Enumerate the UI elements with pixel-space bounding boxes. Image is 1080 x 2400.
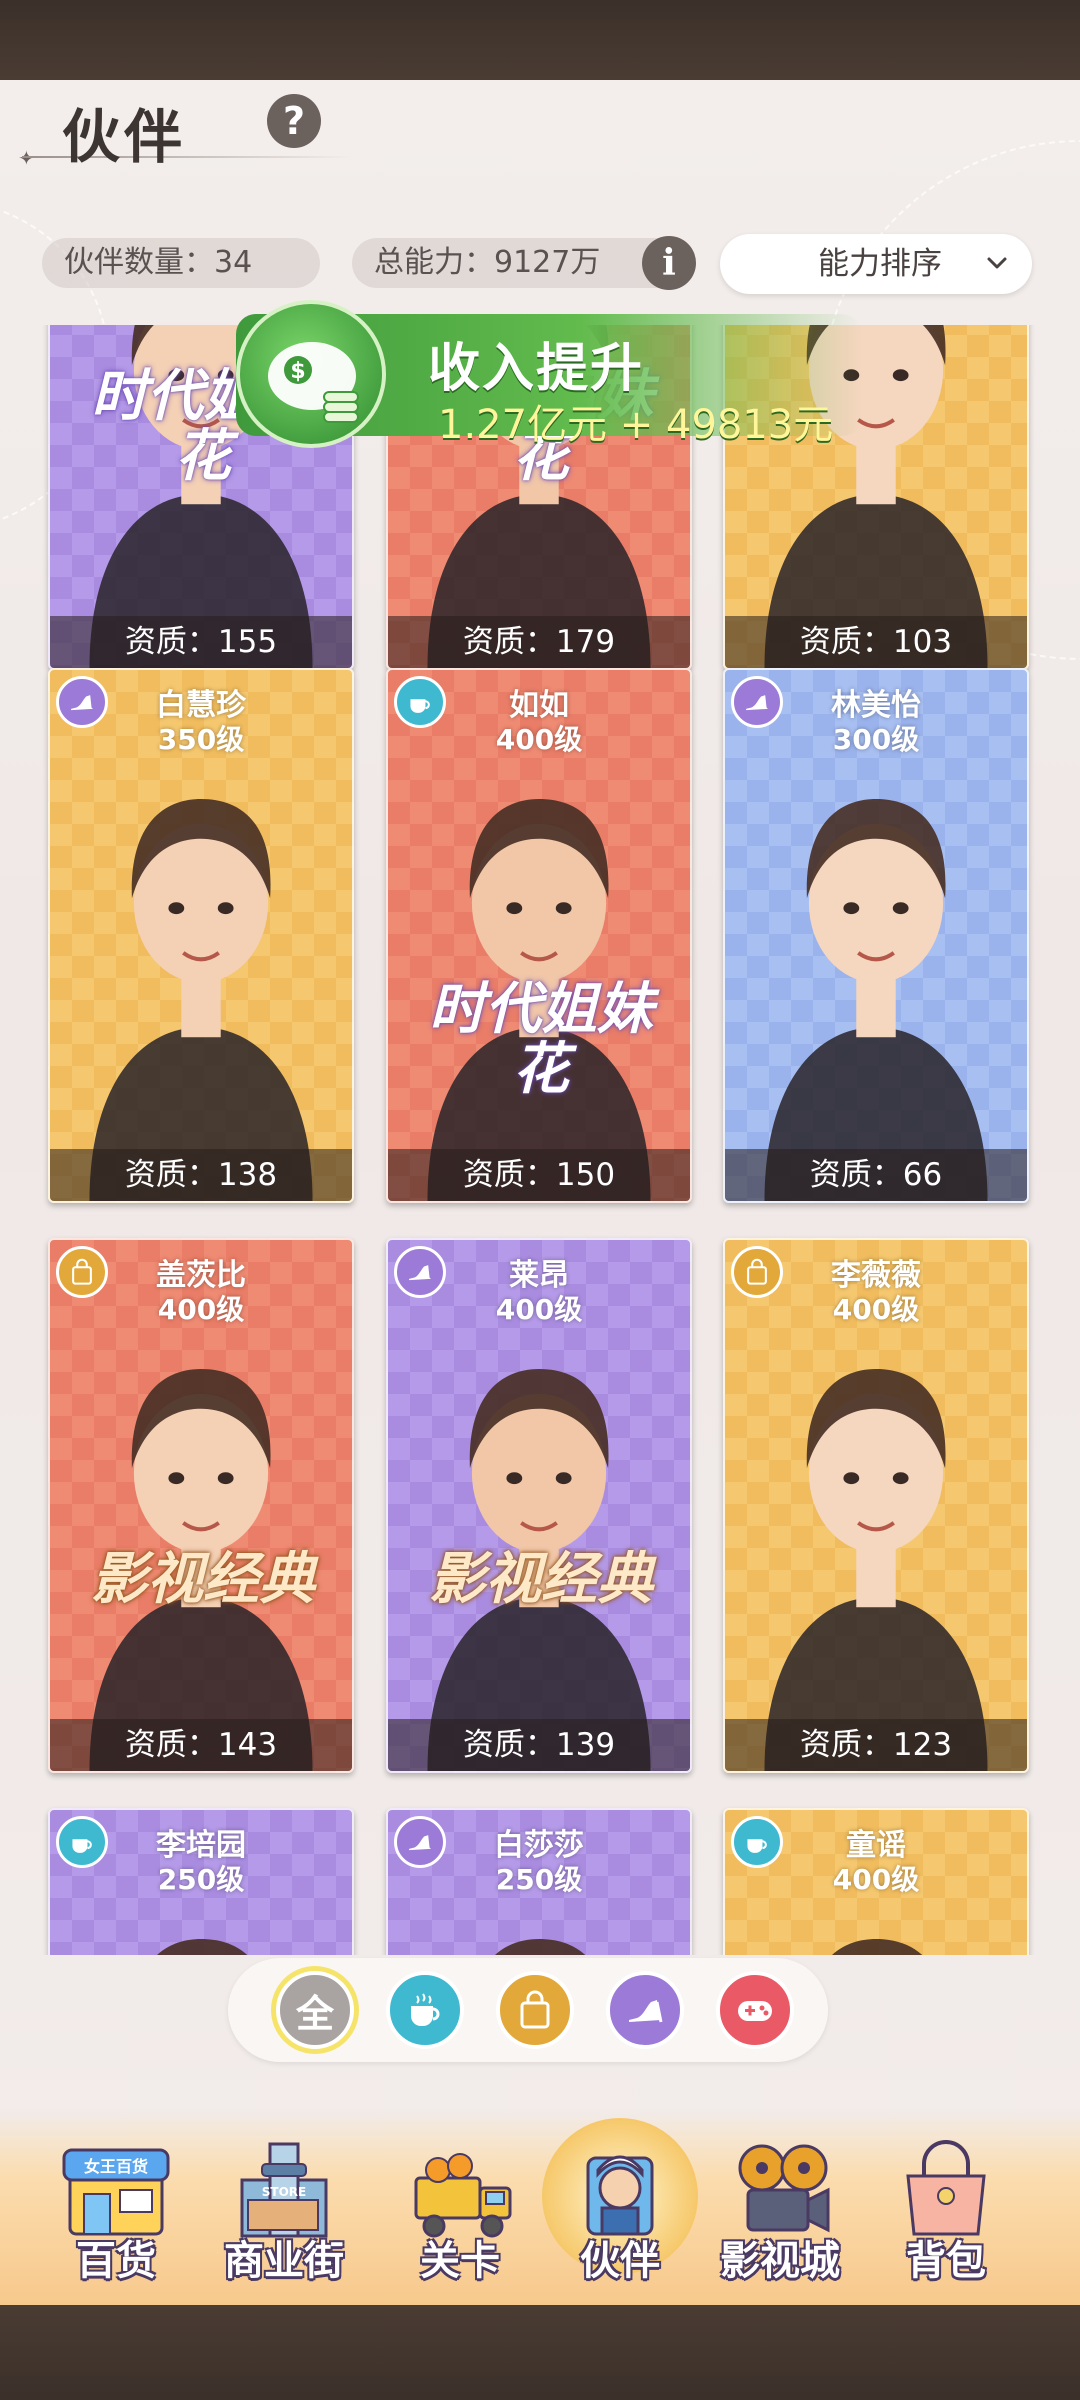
nav-partners[interactable]: 伙伴 bbox=[540, 2110, 700, 2300]
income-banner-value: 1.27亿元 + 49813元 bbox=[438, 402, 834, 448]
partner-quality: 资质：143 bbox=[50, 1719, 352, 1771]
partner-card[interactable]: 莱昂 400级 影视经典 资质：139 bbox=[386, 1238, 692, 1773]
partner-quality: 资质：150 bbox=[388, 1149, 690, 1201]
help-button[interactable]: ? bbox=[267, 94, 321, 148]
svg-text:$: $ bbox=[290, 359, 305, 384]
shoe-icon bbox=[629, 2000, 663, 2023]
partner-count: 伙伴数量：34 bbox=[42, 238, 320, 288]
chevron-down-icon bbox=[987, 257, 1007, 269]
partner-level: 400级 bbox=[832, 1293, 920, 1326]
nav-stages[interactable]: 关卡 bbox=[380, 2110, 540, 2300]
partner-level: 300级 bbox=[832, 723, 920, 756]
event-series-tag: 影视经典 bbox=[429, 1547, 653, 1612]
partner-level: 400级 bbox=[495, 1293, 583, 1326]
sort-selected-label: 能力排序 bbox=[818, 246, 942, 282]
nav-backpack[interactable]: 背包 bbox=[866, 2110, 1026, 2300]
filter-cup-button[interactable] bbox=[386, 1971, 464, 2049]
partner-card[interactable]: 李薇薇 400级 资质：123 bbox=[723, 1238, 1029, 1773]
partner-quality: 资质：66 bbox=[725, 1149, 1027, 1201]
bottom-navigation: 女王百货 百货 STORE 商业街 关卡 伙伴 影视城 背包 bbox=[0, 2110, 1080, 2305]
info-button[interactable]: i bbox=[642, 236, 696, 290]
filter-all-label: 全 bbox=[295, 1991, 334, 2036]
cup-icon bbox=[411, 1993, 440, 2026]
nav-label: 背包 bbox=[906, 2238, 986, 2284]
nav-commercial-street[interactable]: STORE 商业街 bbox=[204, 2110, 364, 2300]
bag-icon bbox=[520, 1990, 550, 2029]
nav-label: 影视城 bbox=[720, 2238, 840, 2284]
partner-card[interactable]: 童谣 400级 bbox=[723, 1808, 1029, 1955]
partner-card[interactable]: 林美怡 300级 资质：66 bbox=[723, 668, 1029, 1203]
partner-quality: 资质：179 bbox=[388, 616, 690, 668]
nav-department-store[interactable]: 女王百货 百货 bbox=[36, 2110, 196, 2300]
partner-card[interactable]: 李培园 250级 bbox=[48, 1808, 354, 1955]
nav-film-city[interactable]: 影视城 bbox=[700, 2110, 860, 2300]
page-title: 伙伴 bbox=[62, 103, 187, 171]
income-boost-banner: $ 收入提升 1.27亿元 + 49813元 bbox=[236, 300, 862, 448]
nav-label: 商业街 bbox=[224, 2238, 344, 2284]
partner-level: 350级 bbox=[157, 723, 245, 756]
partner-grid: 时代姐妹花资质：155时代姐妹花资质：179资质：103白慧珍350级资质：13… bbox=[40, 325, 1050, 1955]
income-banner-title: 收入提升 bbox=[428, 339, 645, 399]
partner-card[interactable]: 盖茨比 400级 影视经典 资质：143 bbox=[48, 1238, 354, 1773]
partner-level: 250级 bbox=[495, 1863, 583, 1896]
svg-text:STORE: STORE bbox=[262, 2185, 306, 2199]
partner-quality: 资质：138 bbox=[50, 1149, 352, 1201]
sparkle-icon: ✦ bbox=[18, 146, 35, 170]
partner-card[interactable]: 如如 400级 时代姐妹花 资质：150 bbox=[386, 668, 692, 1203]
event-series-tag: 影视经典 bbox=[91, 1547, 315, 1612]
partner-quality: 资质：123 bbox=[725, 1719, 1027, 1771]
filter-game-button[interactable] bbox=[716, 1971, 794, 2049]
partner-quality: 资质：155 bbox=[50, 616, 352, 668]
filter-bag-button[interactable] bbox=[496, 1971, 574, 2049]
svg-text:女王百货: 女王百货 bbox=[84, 2157, 148, 2176]
partner-level: 400级 bbox=[495, 723, 583, 756]
partner-level: 250级 bbox=[157, 1863, 245, 1896]
total-power: 总能力：9127万 bbox=[352, 238, 684, 288]
bottom-frame bbox=[0, 2305, 1080, 2400]
event-series-tag: 时代姐妹花 bbox=[429, 977, 653, 1102]
sort-dropdown[interactable]: 能力排序 bbox=[720, 234, 1032, 294]
partner-card[interactable]: 白莎莎 250级 bbox=[386, 1808, 692, 1955]
filter-all-button[interactable]: 全 bbox=[276, 1971, 354, 2049]
partner-card[interactable]: 白慧珍 350级 资质：138 bbox=[48, 668, 354, 1203]
gamepad-icon bbox=[738, 2001, 772, 2021]
nav-label: 伙伴 bbox=[580, 2238, 660, 2284]
nav-label: 百货 bbox=[76, 2238, 156, 2284]
partner-level: 400级 bbox=[832, 1863, 920, 1896]
top-frame bbox=[0, 0, 1080, 80]
partner-quality: 资质：103 bbox=[725, 616, 1027, 668]
nav-label: 关卡 bbox=[420, 2238, 500, 2284]
piggy-bank-icon: $ bbox=[236, 300, 386, 448]
partner-level: 400级 bbox=[157, 1293, 245, 1326]
category-filter-bar: 全 bbox=[228, 1958, 828, 2062]
partner-quality: 资质：139 bbox=[388, 1719, 690, 1771]
filter-shoe-button[interactable] bbox=[606, 1971, 684, 2049]
